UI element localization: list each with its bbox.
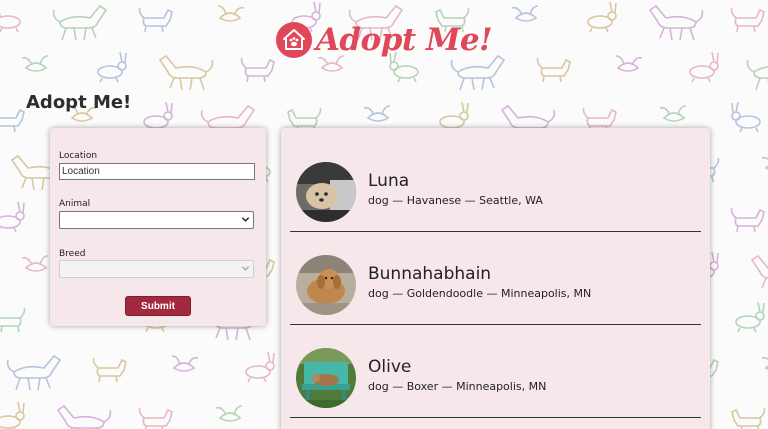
animal-doodle [138,407,173,429]
breed-select[interactable] [59,260,254,278]
results-list: Luna dog — Havanese — Seattle, WA Bunnah… [281,128,710,429]
pet-card-olive[interactable]: Olive dog — Boxer — Minneapolis, MN [290,324,701,418]
animal-doodle [761,155,768,172]
site-header: Adopt Me! [0,14,768,66]
chevron-down-icon [241,266,250,271]
pet-info: dog — Goldendoodle — Minneapolis, MN [368,287,592,300]
search-form: Location Animal Breed Submit [50,128,266,326]
animal-doodle [730,207,765,233]
animal-doodle [731,407,766,429]
animal-doodle [21,255,49,272]
animal-doodle [363,105,391,122]
animal-doodle [57,405,112,429]
animal-doodle [0,201,25,233]
animal-doodle [735,301,765,333]
pet-photo [296,255,356,315]
breed-label: Breed [59,249,86,259]
animal-doodle [245,351,275,383]
pet-photo [296,348,356,408]
location-label: Location [59,151,98,161]
animal-doodle [761,355,768,372]
chevron-down-icon [241,217,250,222]
pet-name: Olive [368,357,412,377]
page-title: Adopt Me! [26,92,132,113]
logo-link[interactable]: Adopt Me! [275,22,493,58]
animal-doodle [659,105,687,122]
location-input[interactable] [59,163,255,180]
animal-doodle [731,101,761,133]
animal-doodle [6,355,61,391]
pet-photo [296,162,356,222]
animal-label: Animal [59,199,91,209]
animal-doodle [92,357,127,383]
pet-info: dog — Havanese — Seattle, WA [368,194,543,207]
pet-name: Bunnahabhain [368,264,492,284]
submit-button[interactable]: Submit [125,296,191,316]
animal-doodle [171,355,199,372]
pet-info: dog — Boxer — Minneapolis, MN [368,380,547,393]
pet-card-bunnahabhain[interactable]: Bunnahabhain dog — Goldendoodle — Minnea… [290,231,701,325]
logo-text: Adopt Me! [315,22,493,58]
animal-doodle [0,401,25,429]
animal-select[interactable] [59,211,254,229]
pet-name: Luna [368,171,410,191]
pet-card-luna[interactable]: Luna dog — Havanese — Seattle, WA [290,138,701,232]
house-paw-icon [275,22,312,58]
animal-doodle [0,307,26,333]
animal-doodle [215,405,243,422]
animal-doodle [751,255,768,291]
animal-doodle [0,107,25,133]
